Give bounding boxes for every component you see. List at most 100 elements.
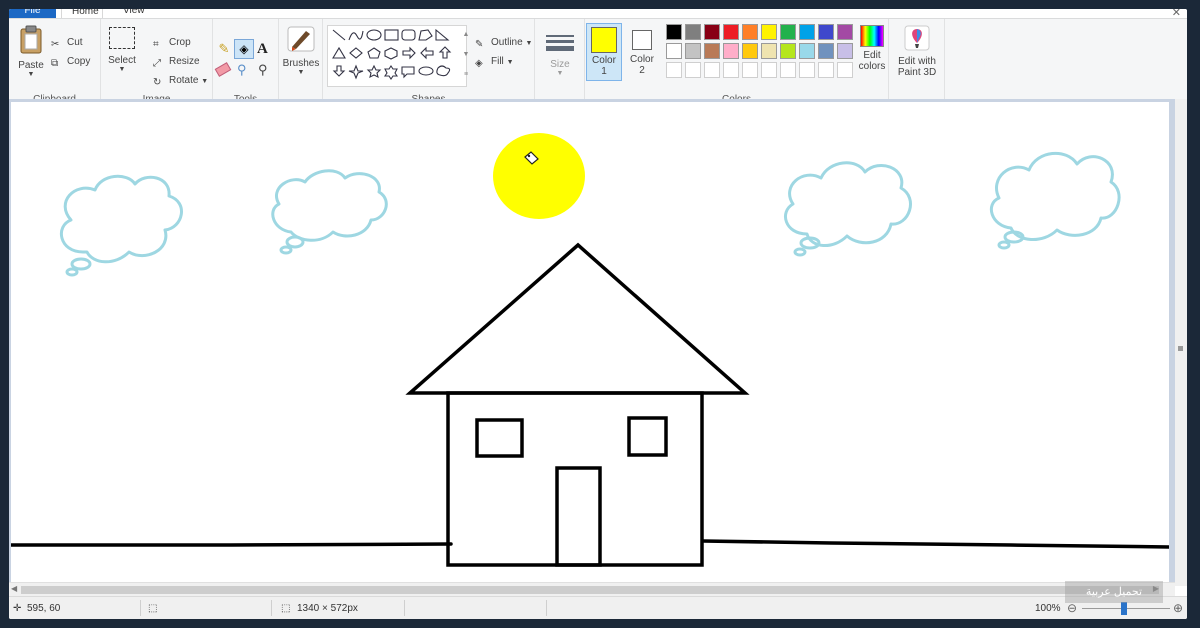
copy-label: Copy: [67, 56, 91, 67]
palette-swatch[interactable]: [761, 24, 777, 40]
ground-line-right: [701, 539, 1171, 549]
palette-swatch[interactable]: [704, 24, 720, 40]
fill-bucket-icon[interactable]: ◈: [234, 39, 254, 59]
palette-swatch[interactable]: [818, 62, 834, 78]
palette-swatch[interactable]: [723, 24, 739, 40]
palette-swatch[interactable]: [818, 24, 834, 40]
zoom-level: 100%: [1035, 603, 1061, 614]
vertical-scrollbar[interactable]: [1175, 99, 1187, 586]
selection-size-icon: ⬚: [148, 603, 158, 614]
select-button[interactable]: Select ▼: [107, 27, 137, 73]
palette-swatch[interactable]: [799, 62, 815, 78]
color1-button[interactable]: Color 1: [586, 23, 622, 81]
drawing: [9, 133, 1171, 567]
palette-swatch[interactable]: [799, 43, 815, 59]
shapes-scroll[interactable]: ▲ ▼ ≡: [461, 25, 471, 87]
rotate-button[interactable]: ↻ Rotate ▼: [153, 75, 208, 88]
color-palette: [666, 24, 856, 82]
edit-colors-label-2: colors: [858, 61, 886, 72]
chevron-down-icon: ▼: [556, 70, 564, 77]
chevron-down-icon: ▼: [118, 66, 126, 73]
color1-number: 1: [601, 66, 607, 77]
palette-swatch[interactable]: [837, 43, 853, 59]
resize-button[interactable]: ⤢ Resize: [153, 56, 200, 69]
palette-swatch[interactable]: [837, 62, 853, 78]
magnifier-icon[interactable]: ⚲: [258, 62, 268, 78]
house-roof: [405, 242, 750, 395]
eraser-icon[interactable]: [214, 62, 232, 77]
copy-button[interactable]: ⧉ Copy: [51, 56, 90, 69]
palette-swatch[interactable]: [666, 43, 682, 59]
size-button[interactable]: Size ▼: [541, 35, 579, 77]
palette-swatch[interactable]: [761, 43, 777, 59]
shapes-gallery[interactable]: [327, 25, 467, 87]
scissors-icon: ✂: [51, 39, 60, 50]
brushes-button[interactable]: Brushes ▼: [281, 25, 321, 76]
resize-handle-right[interactable]: [1178, 346, 1183, 351]
edit-with-paint3d-button[interactable]: Edit with Paint 3D: [891, 25, 943, 78]
palette-swatch[interactable]: [685, 62, 701, 78]
palette-swatch[interactable]: [780, 24, 796, 40]
status-divider: [546, 600, 547, 616]
drawing-canvas[interactable]: [9, 102, 1171, 583]
fill-button[interactable]: ◈ Fill ▼: [475, 56, 514, 69]
fill-label: Fill: [491, 56, 504, 67]
palette-swatch[interactable]: [685, 24, 701, 40]
crop-icon: ⌗: [153, 39, 159, 50]
color-picker-icon[interactable]: ⚲: [237, 62, 247, 78]
zoom-slider-thumb[interactable]: [1121, 602, 1127, 615]
zoom-out-icon[interactable]: ⊖: [1067, 601, 1077, 615]
palette-swatch[interactable]: [723, 62, 739, 78]
palette-swatch[interactable]: [704, 43, 720, 59]
palette-swatch[interactable]: [742, 62, 758, 78]
watermark-text: تحميل عربية: [1085, 586, 1143, 598]
palette-swatch[interactable]: [666, 24, 682, 40]
edit-colors-button[interactable]: Edit colors: [853, 25, 891, 72]
brushes-label: Brushes: [282, 58, 320, 69]
chevron-down-icon: ▼: [27, 71, 35, 78]
palette-swatch[interactable]: [666, 62, 682, 78]
cut-button[interactable]: ✂ Cut: [51, 37, 83, 50]
clipboard-group: Paste ▼ ✂Cut ⧉Copy Clipboard: [9, 19, 101, 107]
horizontal-scrollbar[interactable]: ◀ ▶: [9, 582, 1175, 596]
cut-label: Cut: [67, 37, 83, 48]
status-divider: [404, 600, 405, 616]
cloud-2: [271, 169, 388, 242]
canvas-workspace: [9, 99, 1175, 586]
color1-swatch: [591, 27, 617, 53]
pencil-icon[interactable]: ✎: [215, 41, 233, 59]
palette-swatch[interactable]: [723, 43, 739, 59]
paint3d-label-1: Edit with: [898, 56, 936, 67]
palette-swatch[interactable]: [704, 62, 720, 78]
sun: [493, 133, 585, 219]
crop-button[interactable]: ⌗ Crop: [153, 37, 191, 50]
select-label: Select: [108, 55, 136, 66]
tools-group: ✎ ◈ A ⚲ ⚲ Tools: [213, 19, 279, 107]
color2-label: Color: [630, 54, 654, 65]
outline-button[interactable]: ✎ Outline ▼: [475, 37, 532, 50]
color2-button[interactable]: Color 2: [625, 23, 659, 81]
scrollbar-thumb[interactable]: [21, 586, 1159, 594]
palette-swatch[interactable]: [742, 43, 758, 59]
palette-swatch[interactable]: [761, 62, 777, 78]
palette-swatch[interactable]: [685, 43, 701, 59]
palette-swatch[interactable]: [742, 24, 758, 40]
paste-label: Paste: [18, 60, 44, 71]
palette-swatch[interactable]: [780, 43, 796, 59]
paste-button[interactable]: Paste ▼: [15, 25, 47, 87]
cloud-3: [783, 161, 912, 247]
palette-swatch[interactable]: [799, 24, 815, 40]
ground-line-left: [9, 542, 453, 547]
palette-swatch[interactable]: [837, 24, 853, 40]
fill-icon: ◈: [475, 58, 483, 69]
zoom-in-icon[interactable]: ⊕: [1173, 601, 1183, 615]
cursor-position: 595, 60: [27, 603, 61, 614]
watermark: تحميل عربية: [1065, 581, 1163, 603]
text-tool-icon[interactable]: A: [257, 41, 268, 58]
palette-swatch[interactable]: [780, 62, 796, 78]
palette-swatch[interactable]: [818, 43, 834, 59]
image-group: Select ▼ ⌗Crop ⤢Resize ↻Rotate ▼ Image: [101, 19, 213, 107]
color2-swatch: [632, 30, 652, 50]
paint3d-icon: [904, 25, 930, 51]
scroll-left-icon[interactable]: ◀: [11, 584, 17, 593]
